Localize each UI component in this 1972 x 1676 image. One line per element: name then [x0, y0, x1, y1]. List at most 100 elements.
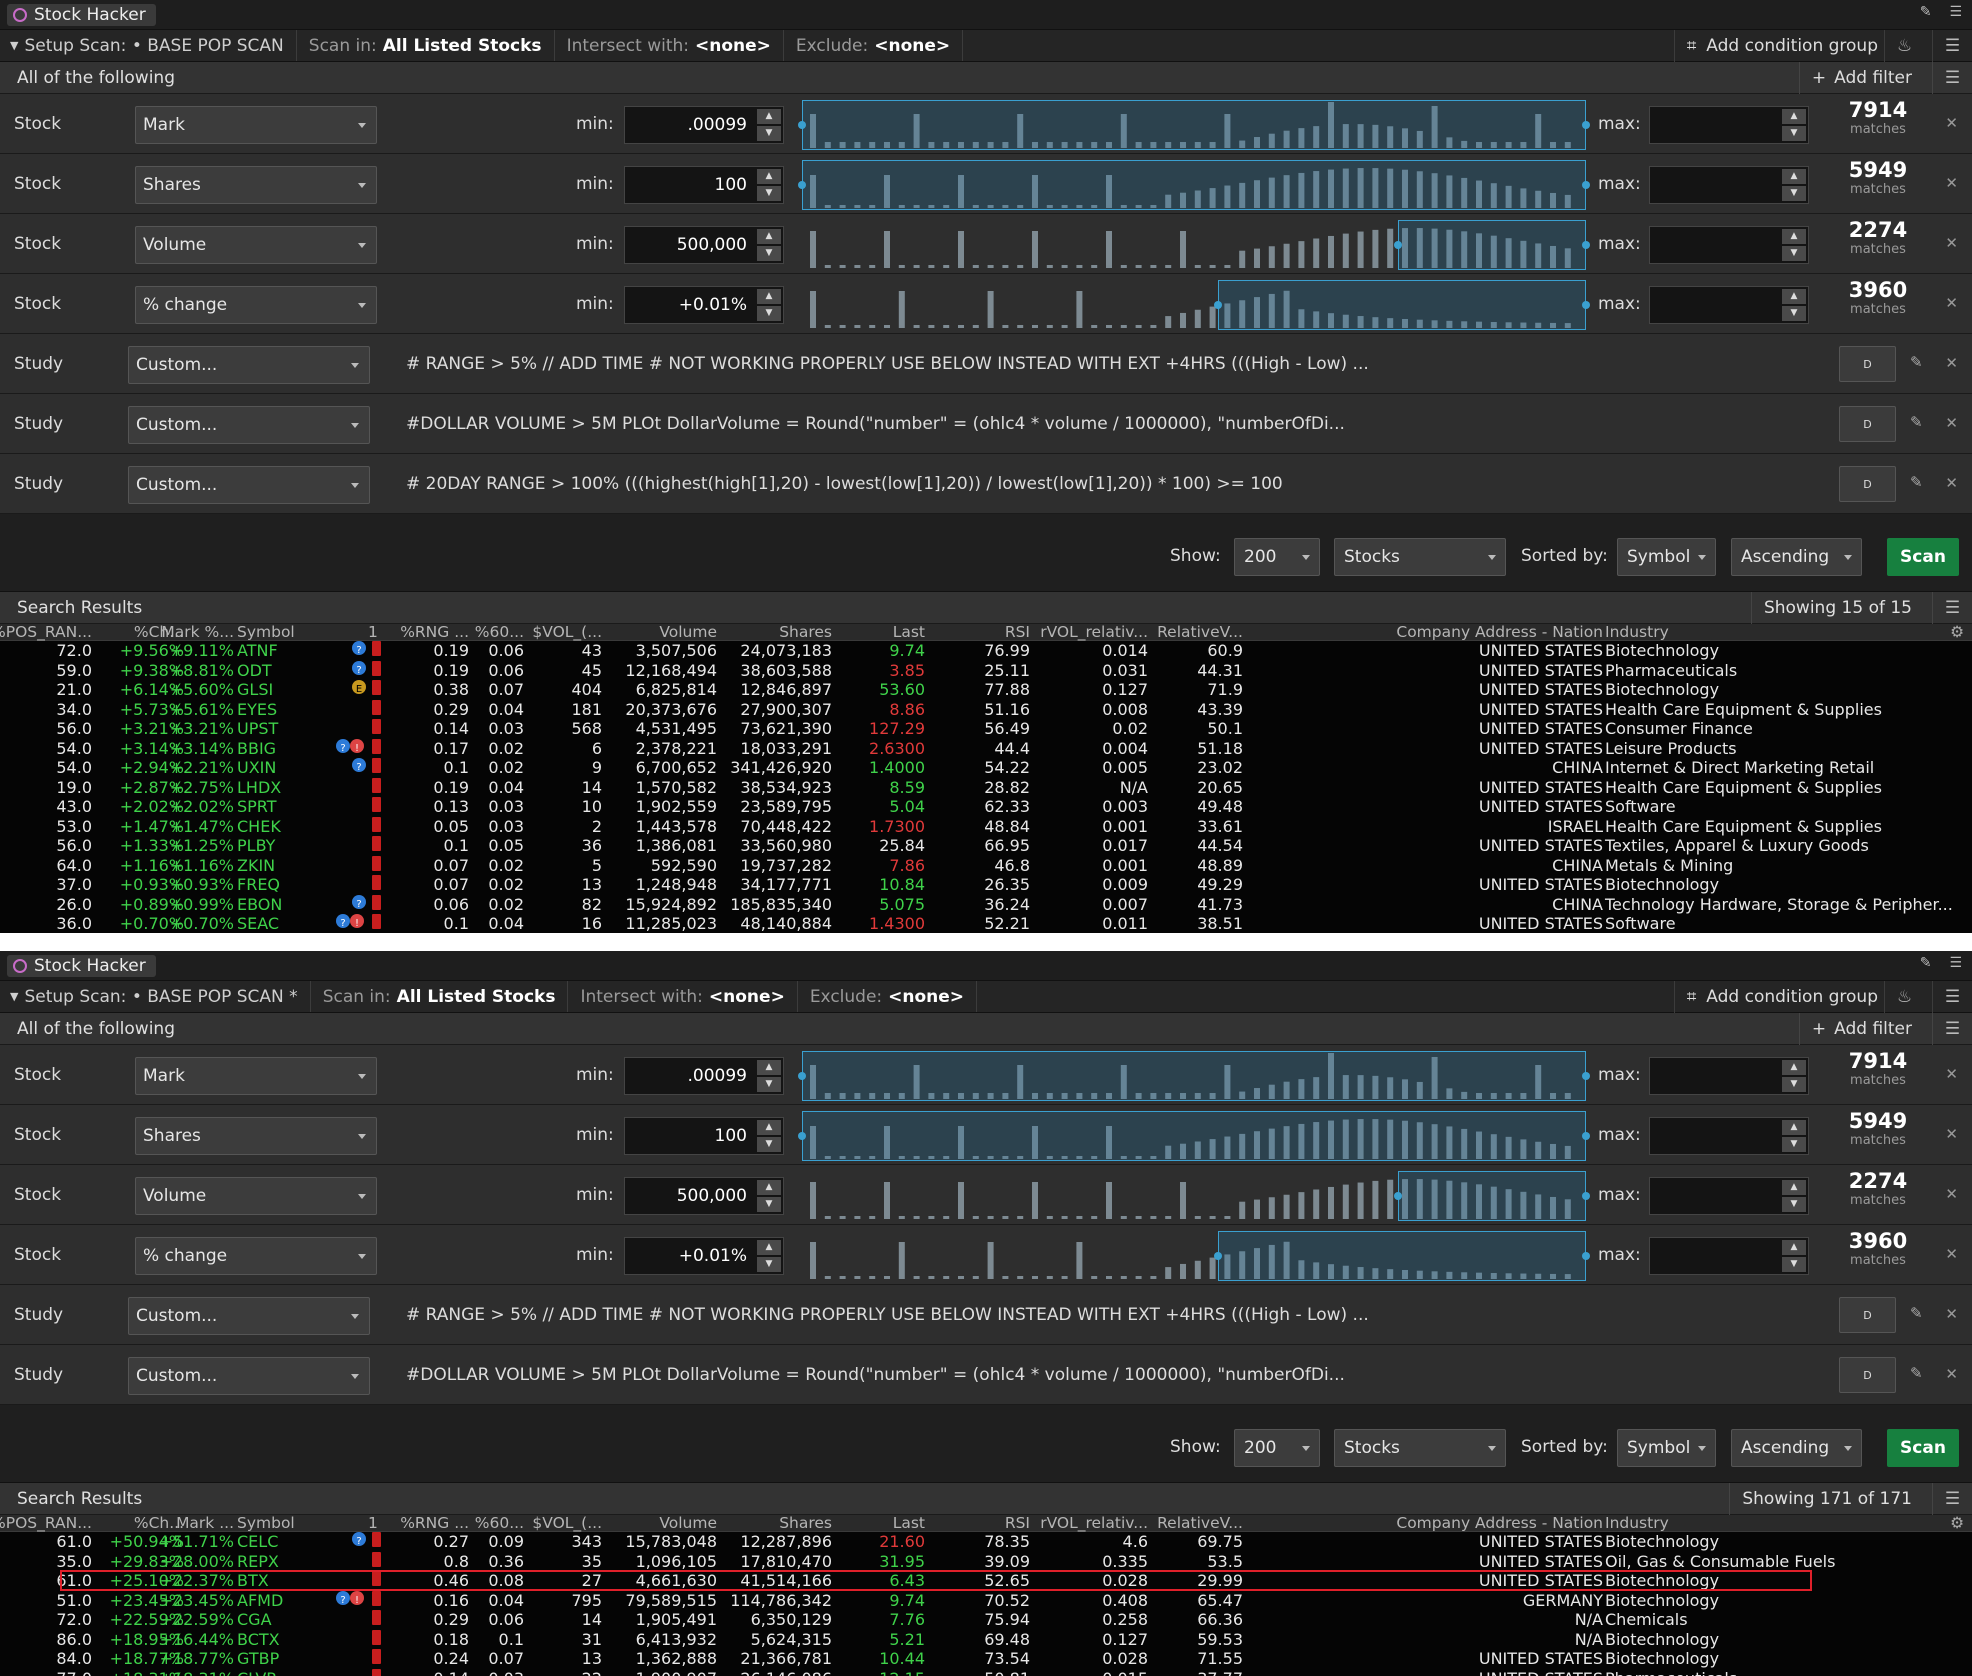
alert-flag-icon[interactable]: [372, 738, 381, 754]
remove-filter-icon[interactable]: ✕: [1945, 114, 1958, 132]
spin-up-icon[interactable]: ▲: [1782, 1240, 1806, 1255]
table-row[interactable]: 37.0 +0.93% +0.93% FREQ 0.07 0.02 13 1,248,948 3…: [0, 875, 1972, 895]
scan-button[interactable]: Scan: [1887, 1429, 1959, 1467]
remove-study-icon[interactable]: ✕: [1945, 1365, 1958, 1383]
table-row[interactable]: 84.0 +18.77% +18.77% GTBP 0.24 0.07 13 1,362,88…: [0, 1649, 1972, 1669]
filter-field-dropdown[interactable]: Mark: [135, 106, 377, 144]
spin-down-icon[interactable]: ▼: [757, 1257, 781, 1272]
column-header[interactable]: Volume: [659, 623, 717, 641]
alert-flag-icon[interactable]: [372, 875, 381, 890]
remove-filter-icon[interactable]: ✕: [1945, 1245, 1958, 1263]
scan-button[interactable]: Scan: [1887, 538, 1959, 576]
table-row[interactable]: 61.0 +50.94% +51.71% CELC 0.27 0.09 343 15,783,…: [0, 1532, 1972, 1552]
column-header[interactable]: Industry: [1605, 1514, 1669, 1532]
column-header[interactable]: %POS_RAN...: [0, 1514, 92, 1532]
alert-flag-icon[interactable]: [372, 797, 381, 812]
spin-up-icon[interactable]: ▲: [1782, 1060, 1806, 1075]
info-question-icon[interactable]: ?: [352, 660, 366, 676]
filter-field-dropdown[interactable]: Volume: [135, 1177, 377, 1215]
spin-down-icon[interactable]: ▼: [1782, 126, 1806, 141]
table-row[interactable]: 56.0 +3.21% +3.21% UPST 0.14 0.03 568 4,531,495…: [0, 719, 1972, 739]
scan-in-selector[interactable]: Scan in: All Listed Stocks: [311, 981, 569, 1012]
table-row[interactable]: 56.0 +1.33% +1.25% PLBY 0.1 0.05 36 1,386,081 33…: [0, 836, 1972, 856]
spin-down-icon[interactable]: ▼: [757, 306, 781, 321]
alert-flag-icon[interactable]: [372, 680, 381, 695]
column-header[interactable]: 1: [368, 1514, 378, 1532]
column-header[interactable]: Last: [893, 623, 925, 641]
remove-filter-icon[interactable]: ✕: [1945, 294, 1958, 312]
remove-filter-icon[interactable]: ✕: [1945, 1185, 1958, 1203]
min-input[interactable]: 500,000 ▲ ▼: [624, 1177, 784, 1215]
range-selection[interactable]: [802, 1111, 1586, 1161]
remove-filter-icon[interactable]: ✕: [1945, 1125, 1958, 1143]
spin-up-icon[interactable]: ▲: [757, 1060, 781, 1075]
spin-up-icon[interactable]: ▲: [757, 1180, 781, 1195]
column-header[interactable]: 1: [368, 623, 378, 641]
edit-pencil-icon[interactable]: ✎: [1910, 413, 1923, 431]
edit-pencil-icon[interactable]: ✎: [1910, 1304, 1923, 1322]
table-row[interactable]: 19.0 +2.87% +2.75% LHDX 0.19 0.04 14 1,570,582 3…: [0, 777, 1972, 798]
column-header[interactable]: Industry: [1605, 623, 1669, 641]
column-header[interactable]: Company Address - Nation: [1396, 623, 1603, 641]
intersect-selector[interactable]: Intersect with: <none>: [568, 981, 798, 1012]
alert-flag-icon[interactable]: [372, 641, 381, 656]
spin-down-icon[interactable]: ▼: [757, 126, 781, 141]
range-histogram[interactable]: [798, 1111, 1590, 1161]
settings-gear-icon[interactable]: ⚙: [1950, 1514, 1964, 1532]
max-input[interactable]: ▲ ▼: [1649, 1057, 1809, 1095]
remove-filter-icon[interactable]: ✕: [1945, 1065, 1958, 1083]
filter-field-dropdown[interactable]: % change: [135, 286, 377, 324]
remove-study-icon[interactable]: ✕: [1945, 354, 1958, 372]
setup-scan-dropdown[interactable]: ▼ Setup Scan: • BASE POP SCAN *: [0, 981, 311, 1012]
column-header[interactable]: Symbol: [237, 1514, 295, 1532]
range-selection[interactable]: [802, 1051, 1586, 1101]
max-input[interactable]: ▲ ▼: [1649, 1237, 1809, 1275]
range-max-handle[interactable]: [1582, 241, 1590, 249]
sort-field-dropdown[interactable]: Symbol: [1617, 1429, 1716, 1467]
aggregation-button[interactable]: D: [1839, 406, 1896, 442]
range-selection[interactable]: [802, 160, 1586, 210]
table-row[interactable]: 36.0 +0.70% +0.70% SEAC 0.1 0.04 16 11,285,023 4…: [0, 914, 1972, 933]
range-min-handle[interactable]: [798, 1132, 806, 1140]
scan-type-dropdown[interactable]: Stocks: [1334, 1429, 1506, 1467]
scan-in-selector[interactable]: Scan in: All Listed Stocks: [297, 30, 555, 61]
range-histogram[interactable]: [798, 1051, 1590, 1101]
info-question-icon[interactable]: ?: [352, 758, 366, 773]
table-row[interactable]: 35.0 +29.83% +28.00% REPX 0.8 0.36 35 1,096,105…: [0, 1551, 1972, 1572]
aggregation-button[interactable]: D: [1839, 346, 1896, 382]
column-header[interactable]: rVOL_relativ...: [1040, 623, 1148, 641]
alert-flag-icon[interactable]: [372, 1668, 381, 1676]
study-dropdown[interactable]: Custom...: [128, 1357, 370, 1395]
alert-flag-icon[interactable]: [372, 894, 381, 910]
edit-pencil-icon[interactable]: ✎: [1910, 353, 1923, 371]
column-header[interactable]: Symbol: [237, 623, 295, 641]
column-header[interactable]: rVOL_relativ...: [1040, 1514, 1148, 1532]
alert-icon[interactable]: !: [350, 738, 364, 754]
range-max-handle[interactable]: [1582, 1072, 1590, 1080]
table-row[interactable]: 61.0 +25.10% +22.37% BTX 0.46 0.08 27 4,661,630…: [0, 1571, 1972, 1591]
info-question-icon[interactable]: ?: [352, 894, 366, 910]
table-row[interactable]: 54.0 +3.14% +3.14% BBIG 0.17 0.02 6 2,378,221 18…: [0, 738, 1972, 759]
alert-icon[interactable]: !: [350, 1590, 364, 1606]
spin-up-icon[interactable]: ▲: [757, 229, 781, 244]
min-input[interactable]: .00099 ▲ ▼: [624, 1057, 784, 1095]
filter-field-dropdown[interactable]: Shares: [135, 166, 377, 204]
range-min-handle[interactable]: [1393, 241, 1402, 249]
spin-down-icon[interactable]: ▼: [757, 186, 781, 201]
spin-up-icon[interactable]: ▲: [1782, 109, 1806, 124]
range-min-handle[interactable]: [1213, 1252, 1222, 1260]
column-header[interactable]: %POS_RAN...: [0, 623, 92, 641]
range-max-handle[interactable]: [1582, 181, 1590, 189]
spin-up-icon[interactable]: ▲: [1782, 1120, 1806, 1135]
alert-flag-icon[interactable]: [372, 1610, 381, 1625]
setup-menu-icon[interactable]: ☰: [1932, 981, 1972, 1013]
info-question-icon[interactable]: ?: [352, 1532, 366, 1547]
add-condition-group-button[interactable]: ⌗ Add condition group: [1673, 30, 1878, 62]
edit-pencil-icon[interactable]: ✎: [1910, 1364, 1923, 1382]
alert-flag-icon[interactable]: [372, 1590, 381, 1606]
alert-flag-icon[interactable]: [372, 855, 381, 871]
remove-filter-icon[interactable]: ✕: [1945, 174, 1958, 192]
stock-hacker-tab[interactable]: Stock Hacker: [7, 954, 156, 977]
aggregation-button[interactable]: D: [1839, 1357, 1896, 1393]
column-header[interactable]: %RNG ...: [400, 623, 469, 641]
